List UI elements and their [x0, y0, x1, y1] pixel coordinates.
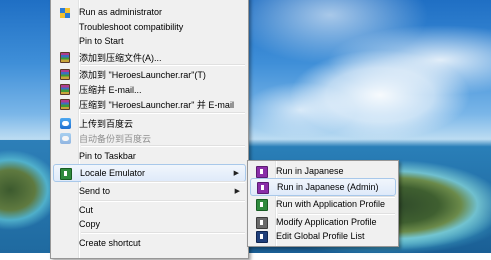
- menu-item-label: Send to: [79, 186, 111, 196]
- submenu-item-label: Modify Application Profile: [276, 217, 377, 227]
- winrar-icon: [59, 68, 71, 80]
- locale-emulator-icon: [60, 168, 72, 180]
- locale-emulator-submenu: Run in Japanese Run in Japanese (Admin) …: [247, 160, 399, 247]
- locale-green-icon: [256, 199, 268, 211]
- menu-item-label: 自动备份到百度云: [79, 134, 152, 144]
- menu-separator: [81, 145, 245, 147]
- menu-item-label: 添加到压缩文件(A)...: [79, 53, 162, 63]
- winrar-icon: [59, 51, 71, 63]
- menu-item-label: 压缩到 "HeroesLauncher.rar" 并 E-mail: [79, 100, 234, 110]
- locale-purple-icon: [257, 182, 269, 194]
- menu-item-label: Troubleshoot compatibility: [79, 22, 184, 32]
- menu-item-label: Run as administrator: [79, 7, 163, 17]
- locale-purple-icon: [256, 166, 268, 178]
- menu-item-label: Locale Emulator: [80, 168, 146, 178]
- menu-item-label: Pin to Start: [79, 36, 124, 46]
- submenu-item-edit-global-profile-list[interactable]: Edit Global Profile List: [250, 228, 396, 246]
- submenu-arrow-icon: ▶: [234, 188, 240, 195]
- submenu-item-run-in-japanese-admin[interactable]: Run in Japanese (Admin): [250, 178, 396, 196]
- submenu-item-label: Run in Japanese (Admin): [277, 182, 379, 192]
- menu-separator: [81, 232, 245, 234]
- baidu-cloud-icon: [59, 117, 71, 129]
- menu-item-label: Pin to Taskbar: [79, 151, 136, 161]
- menu-item-label: Create shortcut: [79, 238, 141, 248]
- menu-item-locale-emulator[interactable]: Locale Emulator ▶: [53, 164, 246, 182]
- baidu-cloud-icon: [59, 132, 71, 144]
- submenu-item-label: Run with Application Profile: [276, 199, 386, 209]
- winrar-icon: [59, 83, 71, 95]
- submenu-arrow-icon: ▶: [233, 170, 239, 177]
- menu-item-compress-to-rar-and-email[interactable]: 压缩到 "HeroesLauncher.rar" 并 E-mail: [53, 95, 246, 113]
- menu-item-label: Copy: [79, 219, 101, 229]
- winrar-icon: [59, 98, 71, 110]
- menu-item-create-shortcut[interactable]: Create shortcut: [53, 235, 246, 253]
- menu-item-label: Cut: [79, 205, 94, 215]
- submenu-item-label: Run in Japanese: [276, 166, 344, 176]
- submenu-item-run-with-profile[interactable]: Run with Application Profile: [250, 196, 396, 214]
- menu-item-send-to[interactable]: Send to ▶: [53, 183, 246, 201]
- shield-icon: [59, 7, 71, 19]
- submenu-item-label: Edit Global Profile List: [276, 231, 365, 241]
- locale-dark-icon: [256, 231, 268, 243]
- file-context-menu: Run as administrator Troubleshoot compat…: [50, 0, 249, 259]
